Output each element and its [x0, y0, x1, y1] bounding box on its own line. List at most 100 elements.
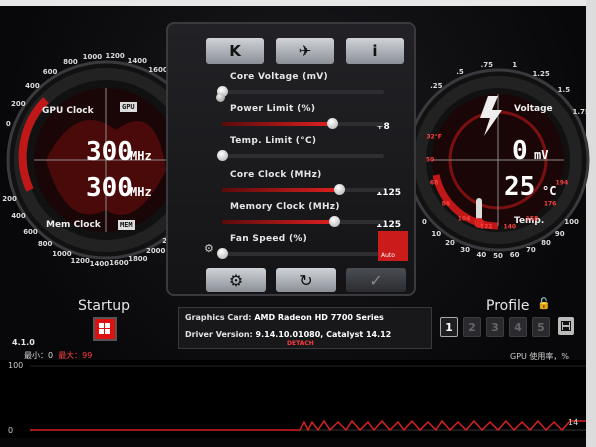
slider-label: Fan Speed (%) — [230, 234, 308, 244]
slider-label: Memory Clock (MHz) — [230, 202, 340, 212]
temp-c-tick-label: 0 — [422, 217, 427, 226]
clock-bottom-tick-label: 1600 — [109, 259, 129, 268]
temp-f-tick-label: 86 — [441, 200, 451, 208]
profile-save-button[interactable] — [558, 317, 574, 335]
temp-c-tick-label: 80 — [541, 239, 551, 248]
unlock-icon[interactable]: 🔓 — [537, 297, 551, 310]
slider-knob[interactable] — [217, 150, 228, 161]
voltage-tick-label: 1.75 — [572, 108, 590, 116]
clock-bottom-tick-label: 2000 — [145, 247, 166, 256]
clock-bottom-tick-label: 600 — [23, 227, 38, 236]
slider-track[interactable] — [217, 150, 384, 161]
gpu-usage-graph — [0, 360, 586, 438]
slider-track[interactable] — [222, 184, 384, 195]
clock-bottom-tick-label: 1800 — [128, 255, 148, 263]
slider-label: Core Voltage (mV) — [230, 72, 328, 82]
slider-knob[interactable] — [333, 184, 345, 195]
mem-clock-value: 300 — [86, 173, 133, 203]
settings-button[interactable]: ⚙ — [206, 268, 266, 292]
gpu-clock-label: GPU Clock — [42, 106, 94, 116]
profile-slot-5[interactable]: 5 — [532, 317, 550, 337]
graph-y-min: 0 — [8, 426, 14, 435]
temp-f-tick-label: 122 — [479, 223, 493, 231]
slider-label: Core Clock (MHz) — [230, 170, 322, 180]
slider-track[interactable] — [217, 248, 384, 259]
airplane-icon: ✈ — [298, 42, 312, 60]
voltage-unit: mV — [534, 148, 549, 162]
gpu-clock-unit: MHz — [130, 149, 152, 163]
temp-f-tick-label: 104 — [457, 215, 471, 223]
temp-c-tick-label: 20 — [445, 239, 455, 248]
temp-f-tick-label: 140 — [503, 223, 517, 231]
temp-f-tick-label: 50 — [425, 156, 435, 164]
startup-windows-button[interactable] — [93, 317, 117, 341]
profile-slot-3[interactable]: 3 — [486, 317, 504, 337]
clock-bottom-tick-label: 400 — [11, 212, 26, 221]
power-link-knob[interactable] — [216, 93, 225, 102]
info-icon: i — [372, 42, 378, 60]
gpu-usage-line — [30, 419, 586, 432]
tab-k-boost[interactable]: K — [206, 38, 264, 64]
mem-clock-unit: MHz — [130, 185, 152, 199]
voltage-tick-label: 1.5 — [557, 86, 571, 95]
graphics-card-value: AMD Radeon HD 7700 Series — [254, 313, 384, 322]
voltage-tick-label: .25 — [430, 82, 443, 91]
slider-label: Power Limit (%) — [230, 104, 316, 114]
voltage-label: Voltage — [514, 104, 553, 114]
version-text: 4.1.0 — [12, 338, 35, 347]
slider-track[interactable] — [222, 216, 384, 227]
clock-bottom-tick-label: 800 — [37, 240, 53, 249]
slider-knob[interactable] — [328, 216, 340, 227]
check-icon: ✓ — [369, 270, 383, 290]
temp-c-tick-label: 90 — [554, 229, 565, 238]
apply-button[interactable]: ✓ — [346, 268, 406, 292]
profile-slot-1[interactable]: 1 — [440, 317, 458, 337]
voltage-value: 0 — [512, 136, 528, 166]
graph-y-max: 100 — [8, 361, 24, 370]
driver-value: 9.14.10.01080, Catalyst 14.12 — [255, 330, 392, 339]
graph-current-value: 14 — [568, 418, 579, 427]
windows-icon — [99, 323, 110, 334]
driver-label: Driver Version: — [185, 330, 253, 339]
voltage-tick-label: .75 — [480, 60, 494, 69]
clock-top-tick-label: 800 — [63, 58, 78, 67]
temp-c-tick-label: 60 — [509, 250, 520, 259]
save-icon — [561, 321, 571, 331]
clock-bottom-tick-label: 200 — [2, 194, 17, 203]
temp-value: 25 — [504, 172, 536, 202]
detach-button[interactable]: DETACH — [287, 340, 314, 347]
temp-c-tick-label: 30 — [460, 246, 471, 255]
tab-oc-scanner[interactable]: ✈ — [276, 38, 334, 64]
mem-chip-icon: MEM — [118, 220, 135, 230]
control-panel: K ✈ i Core Voltage (mV) Power Limit (%) +8… — [166, 22, 416, 296]
fan-auto-toggle[interactable]: Auto — [378, 231, 408, 261]
clock-bottom-tick-label: 1200 — [70, 256, 90, 265]
clock-bottom-tick-label: 1000 — [52, 250, 72, 259]
temp-f-tick-label: 158 — [525, 215, 539, 223]
clock-top-tick-label: 600 — [42, 68, 58, 77]
slider-track[interactable] — [217, 86, 384, 97]
temp-f-tick-label: 32°F — [426, 133, 442, 141]
min-value: 最小：0 — [24, 351, 54, 360]
card-info-box: Graphics Card: AMD Radeon HD 7700 Series… — [178, 307, 432, 349]
slider-knob[interactable] — [217, 248, 228, 259]
settings-small-icon[interactable]: ⚙ — [204, 242, 214, 255]
gear-icon: ⚙ — [228, 270, 244, 290]
voltage-tick-label: .5 — [456, 67, 464, 76]
temp-f-tick-label: 194 — [555, 179, 569, 187]
slider-fill — [222, 220, 334, 224]
fan-auto-label: Auto — [381, 252, 395, 259]
tab-info[interactable]: i — [346, 38, 404, 64]
startup-label: Startup — [78, 298, 130, 314]
profile-slot-4[interactable]: 4 — [509, 317, 527, 337]
slider-knob[interactable] — [327, 118, 339, 129]
clock-top-tick-label: 200 — [10, 100, 26, 109]
temp-c-tick-label: 50 — [493, 252, 503, 260]
slider-track[interactable] — [222, 118, 384, 129]
temp-f-tick-label: 176 — [543, 200, 557, 208]
slider-label: Temp. Limit (°C) — [230, 136, 317, 146]
profile-slot-2[interactable]: 2 — [463, 317, 481, 337]
temp-f-tick-label: 68 — [429, 179, 439, 187]
clock-top-tick-label: 400 — [25, 82, 40, 91]
reset-button[interactable]: ↻ — [276, 268, 336, 292]
